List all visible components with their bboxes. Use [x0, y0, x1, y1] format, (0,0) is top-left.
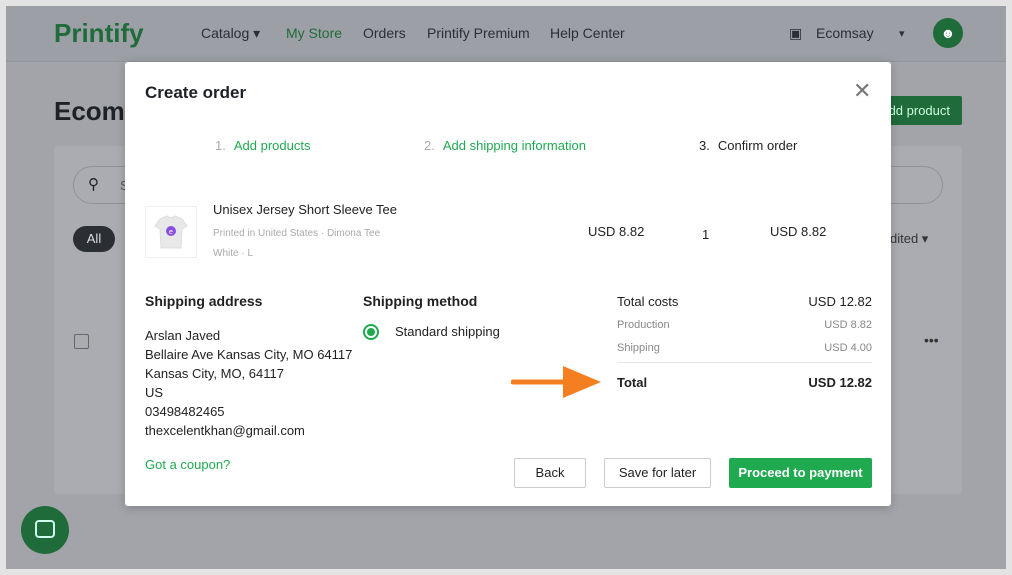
address-city: Kansas City, MO, 64117: [145, 366, 284, 381]
chevron-down-icon[interactable]: ▾: [899, 27, 905, 40]
nav-orders[interactable]: Orders: [363, 25, 406, 41]
chat-icon: [35, 520, 55, 538]
close-icon[interactable]: ✕: [853, 78, 871, 104]
product-price: USD 8.82: [588, 224, 645, 239]
standard-shipping-label[interactable]: Standard shipping: [395, 324, 500, 339]
product-variant: White · L: [213, 248, 254, 259]
save-for-later-button[interactable]: Save for later: [604, 458, 711, 488]
address-country: US: [145, 385, 164, 400]
store-icon: ▣: [789, 25, 803, 41]
total-costs-label: Total costs: [617, 294, 679, 309]
divider: [617, 362, 872, 363]
create-order-modal: Create order ✕ 1. Add products 2. Add ship…: [125, 62, 891, 506]
filter-all[interactable]: All: [73, 226, 115, 252]
total-label: Total: [617, 375, 648, 390]
shipping-value: USD 4.00: [824, 342, 872, 354]
address-phone: 03498482465: [145, 404, 225, 419]
chat-button[interactable]: [21, 506, 69, 554]
row-checkbox[interactable]: [74, 334, 89, 349]
printify-logo[interactable]: Printify: [54, 18, 144, 49]
coupon-link[interactable]: Got a coupon?: [145, 457, 230, 472]
standard-shipping-radio[interactable]: [363, 324, 379, 340]
step-confirm-order: 3. Confirm order: [699, 138, 797, 153]
nav-catalog[interactable]: Catalog ▾: [201, 25, 260, 42]
address-email: thexcelentkhan@gmail.com: [145, 423, 305, 438]
nav-my-store[interactable]: My Store: [286, 25, 342, 41]
step-label: Confirm order: [717, 138, 798, 153]
top-nav: Printify Catalog ▾ My Store Orders Print…: [6, 6, 1006, 62]
step-add-shipping[interactable]: 2. Add shipping information: [424, 138, 586, 153]
back-button[interactable]: Back: [514, 458, 586, 488]
product-meta: Printed in United States · Dimona Tee: [213, 228, 381, 239]
address-line: Bellaire Ave Kansas City, MO 64117: [145, 347, 353, 362]
shipping-method-heading: Shipping method: [363, 293, 478, 309]
modal-title: Create order: [145, 83, 247, 102]
total-costs-value: USD 12.82: [808, 294, 872, 309]
shipping-address: Arslan Javed Bellaire Ave Kansas City, M…: [145, 326, 352, 440]
product-quantity: 1: [702, 227, 710, 242]
more-icon[interactable]: •••: [924, 332, 939, 348]
shipping-label: Shipping: [617, 342, 660, 354]
nav-printify-premium[interactable]: Printify Premium: [427, 25, 530, 41]
product-name: Unisex Jersey Short Sleeve Tee: [213, 202, 398, 217]
production-value: USD 8.82: [824, 319, 872, 331]
nav-help-center[interactable]: Help Center: [550, 25, 625, 41]
step-label: Add products: [233, 138, 311, 153]
arrow-annotation: [511, 366, 601, 398]
user-avatar[interactable]: ☻: [933, 18, 963, 48]
step-number: 3.: [699, 138, 710, 153]
proceed-to-payment-button[interactable]: Proceed to payment: [729, 458, 872, 488]
store-selector[interactable]: Ecomsay: [816, 25, 874, 41]
total-value: USD 12.82: [808, 375, 872, 390]
shipping-address-heading: Shipping address: [145, 293, 263, 309]
step-number: 2.: [424, 138, 435, 153]
step-number: 1.: [215, 138, 226, 153]
search-icon: ⚲: [88, 176, 99, 193]
sort-dropdown[interactable]: dited ▾: [890, 231, 928, 247]
step-label: Add shipping information: [442, 138, 586, 153]
step-add-products[interactable]: 1. Add products: [215, 138, 310, 153]
product-thumbnail: e: [145, 206, 197, 258]
production-label: Production: [617, 319, 670, 331]
product-total: USD 8.82: [770, 224, 827, 239]
svg-text:e: e: [169, 229, 173, 236]
address-name: Arslan Javed: [145, 328, 221, 343]
